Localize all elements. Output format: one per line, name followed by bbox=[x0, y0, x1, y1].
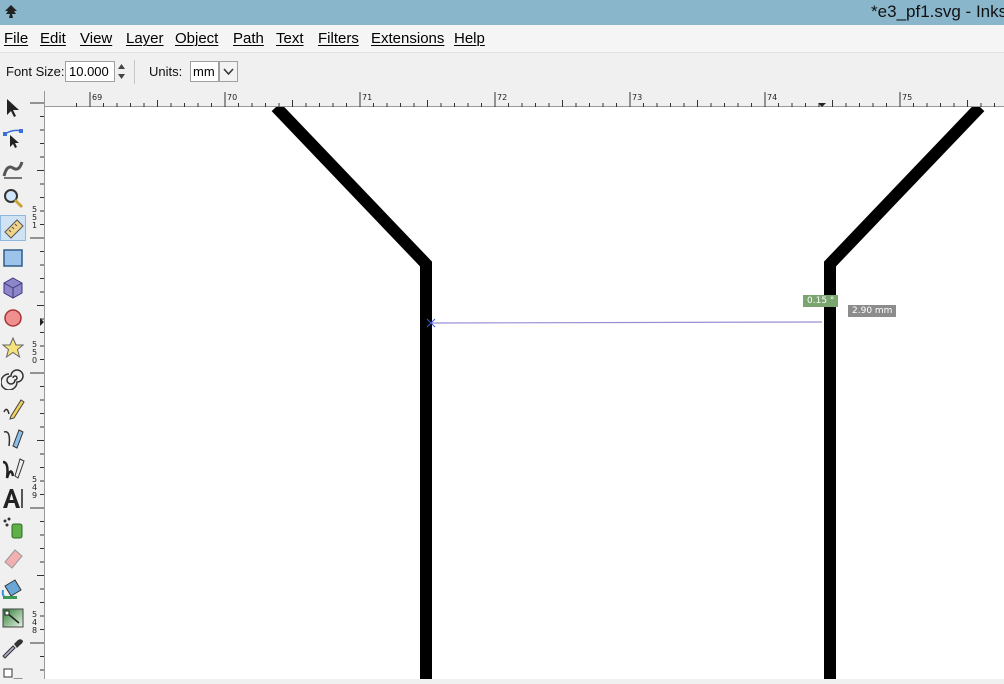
measure-line bbox=[430, 321, 823, 324]
chevron-down-icon[interactable] bbox=[219, 61, 238, 82]
vertical-ruler[interactable]: 551550549548 bbox=[29, 91, 45, 679]
menu-extensions[interactable]: Extensions bbox=[371, 30, 444, 47]
vertical-ruler-label: 9 bbox=[32, 491, 37, 500]
menu-help[interactable]: Help bbox=[454, 30, 485, 47]
inkscape-logo-icon bbox=[3, 4, 19, 20]
menu-path[interactable]: Path bbox=[233, 30, 264, 47]
tweak-tool-icon[interactable] bbox=[0, 155, 26, 181]
calligraphy-tool-icon[interactable] bbox=[0, 455, 26, 481]
zoom-tool-icon[interactable] bbox=[0, 185, 26, 211]
horizontal-ruler[interactable]: 69 70 71 72 73 74 75 bbox=[45, 91, 1004, 107]
horizontal-ruler-label: 70 bbox=[227, 93, 237, 102]
menu-bar: File Edit View Layer Object Path Text Fi… bbox=[0, 25, 1004, 53]
connector-tool-icon[interactable] bbox=[0, 665, 26, 679]
selector-tool-icon[interactable] bbox=[0, 95, 26, 121]
ellipse-tool-icon[interactable] bbox=[0, 305, 26, 331]
menu-text[interactable]: Text bbox=[276, 30, 304, 47]
length-label: 2.90 mm bbox=[848, 305, 897, 317]
drawing-canvas[interactable]: 0.15 ° 2.90 mm bbox=[45, 107, 1004, 679]
right-shape-stroke bbox=[824, 107, 985, 679]
horizontal-ruler-label: 69 bbox=[92, 93, 102, 102]
font-size-label: Font Size: bbox=[6, 64, 65, 79]
units-select[interactable]: mm bbox=[190, 61, 219, 82]
dropper-tool-icon[interactable] bbox=[0, 635, 26, 661]
spiral-tool-icon[interactable] bbox=[0, 365, 26, 391]
rectangle-tool-icon[interactable] bbox=[0, 245, 26, 271]
title-bar: *e3_pf1.svg - Inkscape bbox=[0, 0, 1004, 25]
gradient-tool-icon[interactable] bbox=[0, 605, 26, 631]
pen-tool-icon[interactable] bbox=[0, 425, 26, 451]
canvas-drawing bbox=[271, 107, 985, 679]
vertical-ruler-label: 1 bbox=[32, 221, 37, 230]
vertical-ruler-label: 0 bbox=[32, 356, 37, 365]
spray-tool-icon[interactable] bbox=[0, 515, 26, 541]
horizontal-ruler-label: 73 bbox=[632, 93, 642, 102]
3d-box-tool-icon[interactable] bbox=[0, 275, 26, 301]
paint-bucket-tool-icon[interactable] bbox=[0, 575, 26, 601]
window-title: *e3_pf1.svg - Inkscape bbox=[871, 2, 1004, 21]
star-tool-icon[interactable] bbox=[0, 335, 26, 361]
tool-controls-bar: Font Size: 10.000 Units: mm bbox=[0, 53, 1004, 91]
node-tool-icon[interactable] bbox=[0, 125, 26, 151]
menu-filters[interactable]: Filters bbox=[318, 30, 359, 47]
text-tool-icon[interactable] bbox=[0, 485, 26, 511]
units-label: Units: bbox=[149, 64, 183, 79]
horizontal-ruler-label: 75 bbox=[902, 93, 912, 102]
eraser-tool-icon[interactable] bbox=[0, 545, 26, 571]
menu-layer[interactable]: Layer bbox=[126, 30, 164, 47]
menu-view[interactable]: View bbox=[80, 30, 112, 47]
font-size-input[interactable]: 10.000 bbox=[65, 61, 115, 82]
menu-edit[interactable]: Edit bbox=[40, 30, 66, 47]
horizontal-ruler-label: 74 bbox=[767, 93, 777, 102]
toolbox bbox=[0, 91, 29, 679]
spin-down-icon bbox=[118, 74, 125, 79]
measure-tool-icon[interactable] bbox=[0, 215, 26, 241]
menu-object[interactable]: Object bbox=[175, 30, 218, 47]
spin-up-icon bbox=[118, 64, 125, 69]
left-shape-stroke bbox=[271, 107, 432, 679]
angle-label: 0.15 ° bbox=[803, 295, 839, 307]
horizontal-ruler-label: 72 bbox=[497, 93, 507, 102]
menu-file[interactable]: File bbox=[4, 30, 28, 47]
font-size-stepper[interactable] bbox=[116, 61, 127, 82]
pencil-tool-icon[interactable] bbox=[0, 395, 26, 421]
toolbar-separator bbox=[134, 60, 135, 84]
horizontal-ruler-label: 71 bbox=[362, 93, 372, 102]
vertical-ruler-label: 8 bbox=[32, 626, 37, 635]
